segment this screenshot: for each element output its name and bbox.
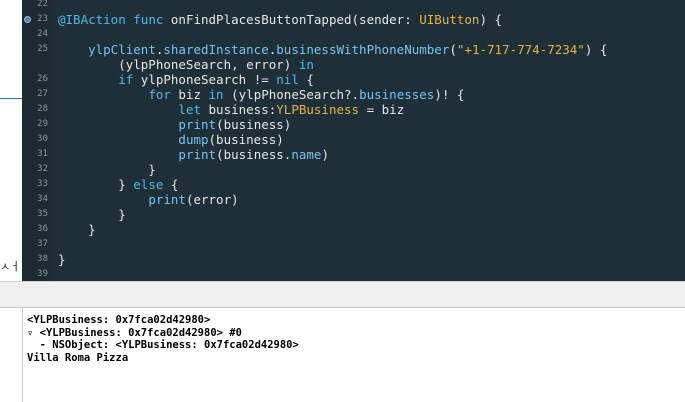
code-line: 28 let business:YLPBusiness = biz <box>22 102 685 117</box>
code-line: 22 <box>22 0 685 12</box>
code-text: @IBAction func onFindPlacesButtonTapped(… <box>58 12 503 27</box>
debug-console[interactable]: <YLPBusiness: 0x7fca02d42980> ▿ <YLPBusin… <box>0 308 685 402</box>
code-line: 35 } <box>22 207 685 222</box>
code-text: print(business.name) <box>178 147 329 162</box>
code-text: } <box>58 162 156 177</box>
line-number: 26 <box>37 74 48 84</box>
code-text: let business:YLPBusiness = biz <box>178 102 405 117</box>
code-line: 26 if ylpPhoneSearch != nil { <box>22 72 685 87</box>
console-line: ▿ <YLPBusiness: 0x7fca02d42980> #0 <box>27 326 242 339</box>
line-number: 35 <box>37 209 48 219</box>
line-number: 29 <box>37 119 48 129</box>
line-number: 39 <box>37 269 48 279</box>
line-number: 36 <box>37 224 48 234</box>
line-number: 27 <box>37 89 48 99</box>
line-number: 37 <box>37 239 48 249</box>
code-text: print(business) <box>178 117 292 132</box>
code-line: 31 print(business.name) <box>22 147 685 162</box>
code-line: 38} <box>22 252 685 267</box>
code-line: 24 <box>22 27 685 42</box>
code-text: } <box>58 222 96 237</box>
line-number: 24 <box>37 29 48 39</box>
debug-area-divider[interactable] <box>0 281 685 308</box>
selection-indicator <box>0 98 22 99</box>
code-text: } else { <box>58 177 179 192</box>
line-number: 22 <box>37 0 48 9</box>
navigator-pane-edge: ㅅㅓ <box>0 0 22 281</box>
code-text: print(error) <box>148 192 239 207</box>
line-number: 25 <box>37 44 48 54</box>
line-number: 28 <box>37 104 48 114</box>
line-number: 30 <box>37 134 48 144</box>
code-text: } <box>58 207 126 222</box>
code-line: 32 } <box>22 162 685 177</box>
code-line: 37 <box>22 237 685 252</box>
code-text: } <box>58 252 66 267</box>
code-line: 25 ylpClient.sharedInstance.businessWith… <box>22 42 685 57</box>
line-number: 34 <box>37 194 48 204</box>
code-line: 30 dump(business) <box>22 132 685 147</box>
code-line: 36 } <box>22 222 685 237</box>
console-line: Villa Roma Pizza <box>27 351 129 364</box>
line-number: 33 <box>37 179 48 189</box>
code-line: 27 for biz in (ylpPhoneSearch?.businesse… <box>22 87 685 102</box>
code-line: 33 } else { <box>22 177 685 192</box>
code-line: 39 <box>22 267 685 281</box>
code-text: if ylpPhoneSearch != nil { <box>118 72 314 87</box>
code-line: (ylpPhoneSearch, error) in <box>22 57 685 72</box>
console-line: - NSObject: <YLPBusiness: 0x7fca02d42980… <box>27 339 299 351</box>
navigator-text-fragment: ㅅㅓ <box>0 260 21 273</box>
code-line: 34 print(error) <box>22 192 685 207</box>
code-line: 23 @IBAction func onFindPlacesButtonTappe… <box>22 12 685 27</box>
line-number: 32 <box>37 164 48 174</box>
line-number: 38 <box>37 254 48 264</box>
breakpoint-icon[interactable] <box>24 16 31 23</box>
code-text: dump(business) <box>178 132 284 147</box>
code-text: (ylpPhoneSearch, error) in <box>58 57 314 72</box>
console-line: <YLPBusiness: 0x7fca02d42980> <box>27 314 211 326</box>
code-line: 29 print(business) <box>22 117 685 132</box>
line-number: 31 <box>37 149 48 159</box>
console-separator <box>22 308 23 402</box>
code-text: for biz in (ylpPhoneSearch?.businesses)!… <box>148 87 465 102</box>
code-text: ylpClient.sharedInstance.businessWithPho… <box>88 42 608 57</box>
code-editor[interactable]: 22 23 @IBAction func onFindPlacesButtonTap… <box>22 0 685 281</box>
